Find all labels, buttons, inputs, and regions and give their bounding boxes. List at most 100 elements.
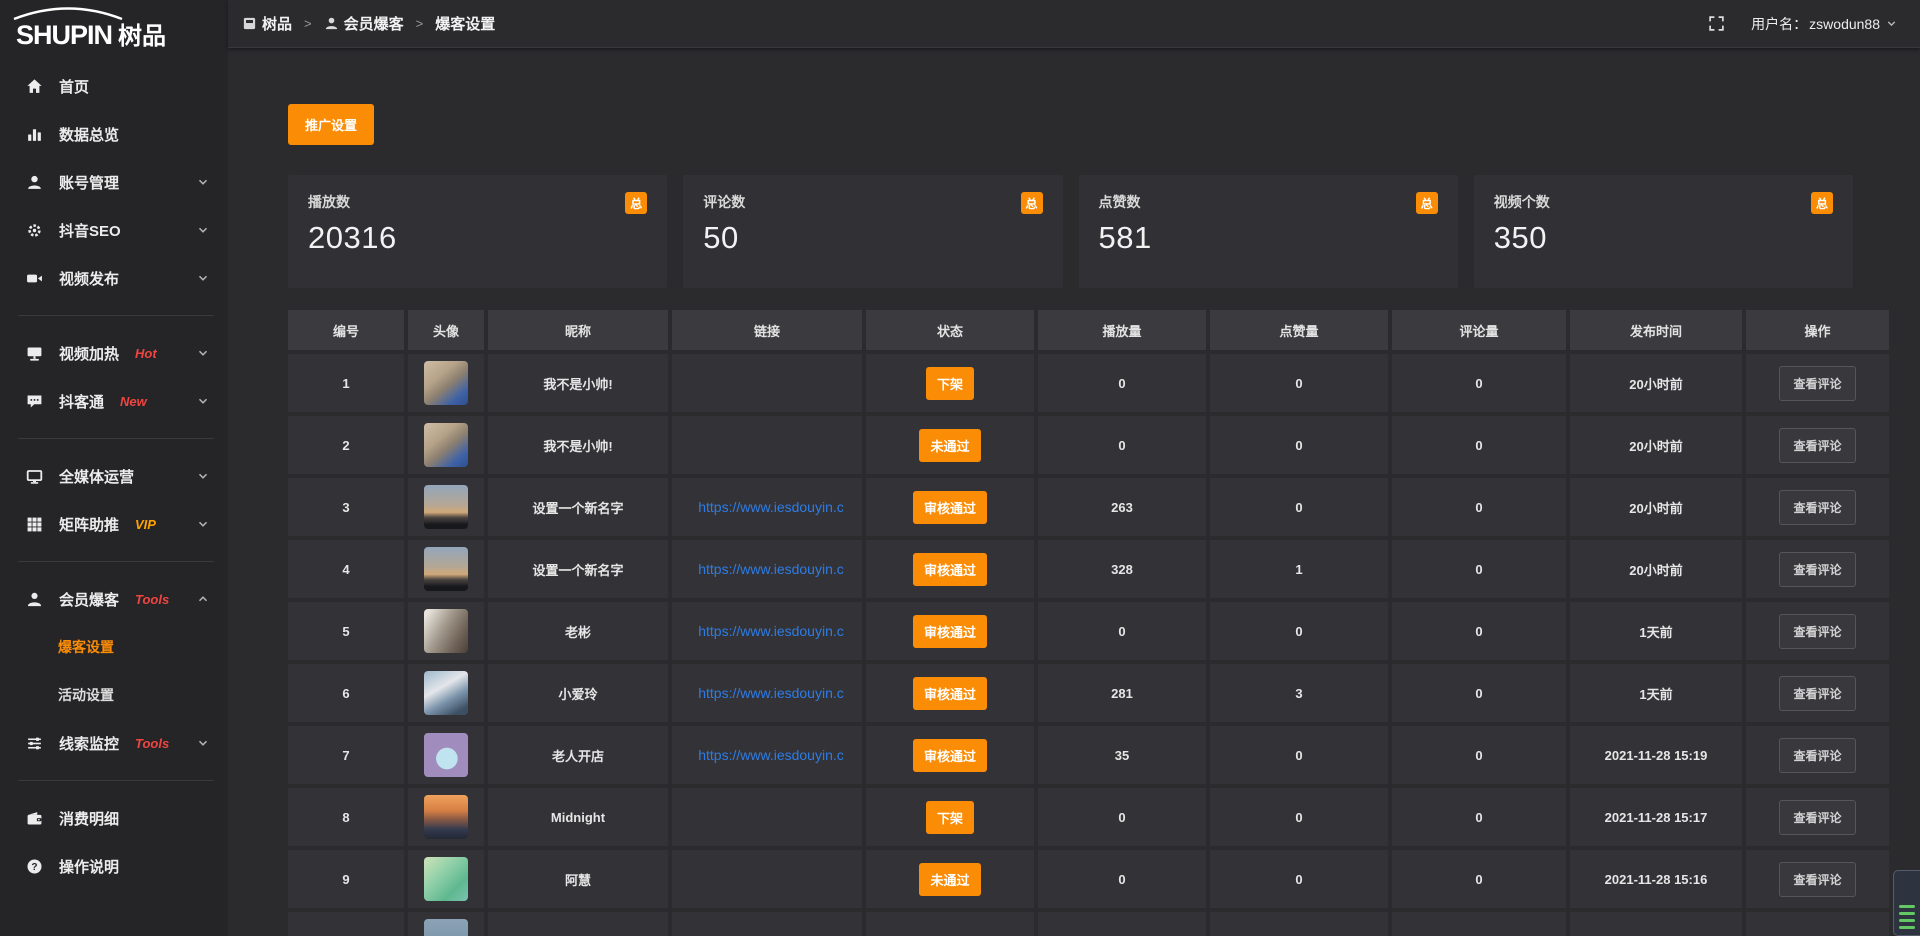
status-badge[interactable]: 审核通过 — [913, 491, 987, 524]
sidebar-item-视频发布[interactable]: 视频发布 — [0, 254, 228, 302]
sidebar-item-账号管理[interactable]: 账号管理 — [0, 158, 228, 206]
sidebar-subitem-活动设置[interactable]: 活动设置 — [0, 671, 228, 719]
column-header-昵称: 昵称 — [488, 310, 668, 350]
status-badge[interactable]: 未通过 — [919, 863, 980, 896]
sidebar-item-数据总览[interactable]: 数据总览 — [0, 110, 228, 158]
fullscreen-icon[interactable] — [1708, 15, 1725, 32]
cell-id: 1 — [288, 354, 404, 412]
view-comments-button[interactable]: 查看评论 — [1779, 800, 1855, 835]
video-link[interactable]: https://www.iesdouyin.c — [698, 685, 844, 701]
cell-id: 6 — [288, 664, 404, 722]
cell-likes: 0 — [1210, 726, 1388, 784]
view-comments-button[interactable]: 查看评论 — [1779, 366, 1855, 401]
chevron-down-icon — [196, 394, 210, 408]
sidebar-item-label: 线索监控 — [59, 733, 119, 754]
cell-action: 查看评论 — [1746, 664, 1889, 722]
sidebar-item-全媒体运营[interactable]: 全媒体运营 — [0, 452, 228, 500]
view-comments-button[interactable]: 查看评论 — [1779, 490, 1855, 525]
cell-publish-time: 2021-11-28 15:19 — [1570, 726, 1742, 784]
column-header-发布时间: 发布时间 — [1570, 310, 1742, 350]
svg-text:?: ? — [31, 861, 37, 872]
status-badge[interactable]: 审核通过 — [913, 677, 987, 710]
cell-action: 查看评论 — [1746, 416, 1889, 474]
view-comments-button[interactable]: 查看评论 — [1779, 676, 1855, 711]
cell-plays: 263 — [1038, 478, 1206, 536]
view-comments-button[interactable]: 查看评论 — [1779, 862, 1855, 897]
status-badge[interactable]: 审核通过 — [913, 553, 987, 586]
view-comments-button[interactable]: 查看评论 — [1779, 614, 1855, 649]
cell-link: https://www.iesdouyin.c — [672, 664, 862, 722]
total-badge: 总 — [1416, 192, 1438, 214]
breadcrumb-separator: > — [304, 16, 312, 31]
view-comments-button[interactable]: 查看评论 — [1779, 552, 1855, 587]
sidebar-item-矩阵助推[interactable]: 矩阵助推VIP — [0, 500, 228, 548]
table-row: 4设置一个新名字https://www.iesdouyin.c审核通过32810… — [288, 540, 1889, 598]
breadcrumb-label: 树品 — [262, 13, 292, 34]
view-comments-button[interactable]: 查看评论 — [1779, 738, 1855, 773]
breadcrumb-item-会员爆客[interactable]: 会员爆客 — [324, 13, 404, 34]
sidebar-item-抖客通[interactable]: 抖客通New — [0, 377, 228, 425]
cell-publish-time: 20小时前 — [1570, 540, 1742, 598]
stat-value: 581 — [1099, 220, 1438, 256]
sidebar-item-操作说明[interactable]: ?操作说明 — [0, 842, 228, 890]
cell-status: 审核通过 — [866, 540, 1034, 598]
sidebar-item-视频加热[interactable]: 视频加热Hot — [0, 329, 228, 377]
cell-nickname: 老人开店 — [488, 726, 668, 784]
gear-icon — [26, 222, 43, 239]
cell-id: 7 — [288, 726, 404, 784]
sidebar-item-首页[interactable]: 首页 — [0, 62, 228, 110]
breadcrumb-item-爆客设置[interactable]: 爆客设置 — [435, 13, 495, 34]
cell-action: 查看评论 — [1746, 850, 1889, 908]
sidebar-item-消费明细[interactable]: 消费明细 — [0, 794, 228, 842]
accounts-table: 编号头像昵称链接状态播放量点赞量评论量发布时间操作 1我不是小帅!下架00020… — [284, 306, 1893, 936]
video-link[interactable]: https://www.iesdouyin.c — [698, 747, 844, 763]
status-badge[interactable]: 审核通过 — [913, 739, 987, 772]
cell-comments: 0 — [1392, 726, 1566, 784]
view-comments-button[interactable]: 查看评论 — [1779, 428, 1855, 463]
logo-text-en: SHUPIN — [16, 20, 112, 50]
sidebar-item-抖音SEO[interactable]: 抖音SEO — [0, 206, 228, 254]
video-link[interactable]: https://www.iesdouyin.c — [698, 623, 844, 639]
promotion-settings-button[interactable]: 推广设置 — [288, 104, 374, 145]
cell-publish-time: 20小时前 — [1570, 416, 1742, 474]
cell-comments: 0 — [1392, 478, 1566, 536]
cell-nickname — [488, 912, 668, 936]
cell-likes: 1 — [1210, 540, 1388, 598]
cell-publish-time: 20小时前 — [1570, 478, 1742, 536]
user-menu[interactable]: 用户名：zswodun88 — [1751, 14, 1898, 34]
status-badge[interactable]: 下架 — [926, 801, 974, 834]
sidebar-item-会员爆客[interactable]: 会员爆客Tools — [0, 575, 228, 623]
stat-label: 播放数 — [308, 192, 350, 212]
avatar — [424, 609, 468, 653]
sidebar-item-label: 全媒体运营 — [59, 466, 134, 487]
sidebar-menu: 首页数据总览账号管理抖音SEO视频发布视频加热Hot抖客通New 全媒体运营矩阵助… — [0, 62, 228, 890]
status-badge[interactable]: 未通过 — [919, 429, 980, 462]
cell-link — [672, 788, 862, 846]
cell-link — [672, 416, 862, 474]
sidebar-item-label: 抖客通 — [59, 391, 104, 412]
cell-action: 查看评论 — [1746, 602, 1889, 660]
chevron-down-icon — [196, 175, 210, 189]
status-badge[interactable]: 审核通过 — [913, 615, 987, 648]
cell-plays: 328 — [1038, 540, 1206, 598]
logo-text-cn: 树品 — [118, 23, 166, 50]
cell-comments — [1392, 912, 1566, 936]
column-header-操作: 操作 — [1746, 310, 1889, 350]
cell-likes: 3 — [1210, 664, 1388, 722]
video-link[interactable]: https://www.iesdouyin.c — [698, 561, 844, 577]
status-badge[interactable]: 下架 — [926, 367, 974, 400]
cell-publish-time: 1天前 — [1570, 664, 1742, 722]
sidebar-item-线索监控[interactable]: 线索监控Tools — [0, 719, 228, 767]
cell-plays: 35 — [1038, 726, 1206, 784]
floating-widget[interactable] — [1893, 870, 1920, 936]
cell-publish-time: 20小时前 — [1570, 354, 1742, 412]
sidebar-subitem-爆客设置[interactable]: 爆客设置 — [0, 623, 228, 671]
video-link[interactable]: https://www.iesdouyin.c — [698, 499, 844, 515]
cell-action: 查看评论 — [1746, 478, 1889, 536]
table-row: 5老彬https://www.iesdouyin.c审核通过0001天前查看评论 — [288, 602, 1889, 660]
app-logo: SHUPIN树品 — [0, 0, 228, 62]
breadcrumb-item-树品[interactable]: 树品 — [242, 13, 292, 34]
stat-value: 350 — [1494, 220, 1833, 256]
cell-likes: 0 — [1210, 416, 1388, 474]
chevron-down-icon — [196, 736, 210, 750]
